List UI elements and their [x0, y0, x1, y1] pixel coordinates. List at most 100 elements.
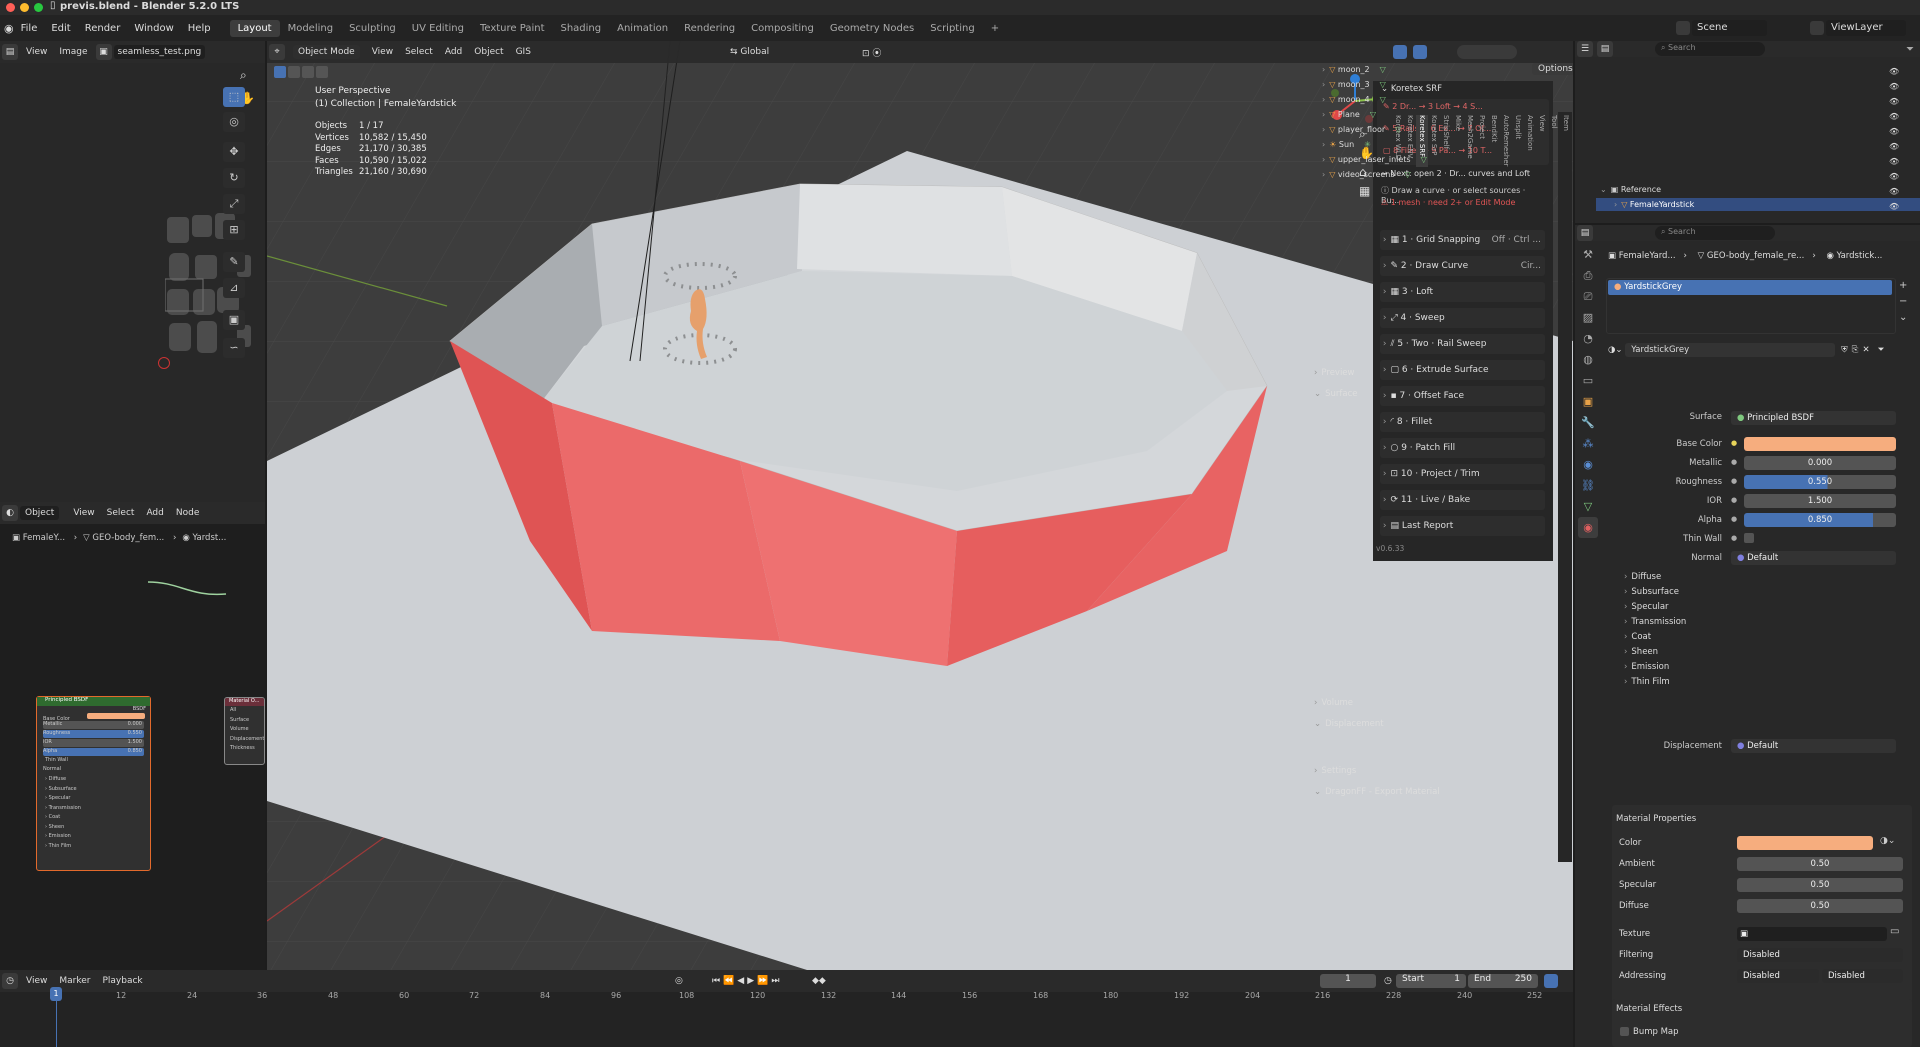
- editor-type-icon[interactable]: ▤: [2, 44, 18, 60]
- tab-autoremesher[interactable]: AutoRemesher: [1500, 115, 1512, 167]
- editor-type-icon[interactable]: ⌖: [269, 44, 285, 60]
- outliner-search[interactable]: ⌕ Search: [1655, 42, 1765, 56]
- ortho-grid-icon[interactable]: ▦: [1359, 182, 1374, 201]
- constraints-tab-icon[interactable]: ⛓: [1578, 475, 1598, 496]
- curve-tool-icon[interactable]: ∽: [223, 338, 245, 358]
- menu-playback[interactable]: Playback: [96, 974, 148, 988]
- material-output-node[interactable]: Material O... All Surface Volume Displac…: [224, 697, 265, 765]
- socket-icon[interactable]: ●: [1731, 458, 1737, 466]
- panel-displacement[interactable]: ⌄ Displacement: [1314, 719, 1384, 729]
- tab-mike[interactable]: Mike: [1452, 115, 1464, 167]
- editor-type-icon[interactable]: ☰: [1577, 41, 1593, 57]
- preview-range-icon[interactable]: ◷: [1384, 976, 1392, 986]
- playhead-frame[interactable]: 1: [50, 987, 62, 1001]
- node-subpanel[interactable]: › Thin Film: [45, 842, 150, 852]
- tab-item[interactable]: Item: [1560, 115, 1572, 167]
- duplicate-material-icon[interactable]: ⎘: [1852, 345, 1859, 355]
- collection-tab-icon[interactable]: ▭: [1578, 370, 1598, 391]
- tab-animation[interactable]: Animation: [1524, 115, 1536, 167]
- material-name-field[interactable]: YardstickGrey: [1625, 343, 1836, 357]
- node-roughness-field[interactable]: Roughness 0.550: [43, 730, 144, 738]
- subpanel-coat[interactable]: › Coat: [1624, 630, 1686, 645]
- node-metallic-field[interactable]: Metallic 0.000: [43, 721, 144, 729]
- step-last-report[interactable]: › ▤ Last Report: [1380, 516, 1545, 536]
- add-workspace-button[interactable]: +: [983, 20, 1007, 37]
- object-mode-dropdown[interactable]: Object Mode: [293, 45, 360, 59]
- tab-rendering[interactable]: Rendering: [676, 20, 743, 37]
- displacement-field[interactable]: ● Default: [1731, 739, 1896, 753]
- snap-icon[interactable]: ⊡ ⦿: [862, 46, 881, 59]
- outliner-item[interactable]: › ▽ player_floor ▽: [1322, 124, 1401, 136]
- world-tab-icon[interactable]: ◍: [1578, 349, 1598, 370]
- texture-field[interactable]: ▣: [1737, 927, 1887, 941]
- outliner-item[interactable]: › ▽ upper_laser_inlets ▽: [1322, 154, 1427, 166]
- subpanel-subsurface[interactable]: › Subsurface: [1624, 585, 1686, 600]
- step-two-rail-sweep[interactable]: › ⫽ 5 · Two · Rail Sweep: [1380, 334, 1545, 354]
- panel-volume[interactable]: › Volume: [1314, 698, 1353, 708]
- step-fillet[interactable]: › ◜ 8 · Fillet: [1380, 412, 1545, 432]
- output-tab-icon[interactable]: ⎚: [1578, 286, 1598, 307]
- outliner-item[interactable]: › ☀ Sun ✳: [1322, 139, 1371, 151]
- node-subpanel[interactable]: › Sheen: [45, 823, 150, 833]
- add-slot-button[interactable]: +: [1899, 278, 1907, 294]
- transform-orientation-dropdown[interactable]: ⇆ Global: [730, 47, 769, 57]
- outliner-selected-row[interactable]: › ▽ FemaleYardstick: [1596, 198, 1920, 211]
- addressing-v-dropdown[interactable]: Disabled: [1822, 969, 1903, 983]
- tab-scripting[interactable]: Scripting: [922, 20, 982, 37]
- select-extend-icon[interactable]: [288, 66, 300, 78]
- cursor-tool-icon[interactable]: ◎: [223, 112, 245, 132]
- shader-node-editor[interactable]: ◐ Object View Select Add Node ▣ FemaleY.…: [0, 502, 265, 970]
- minimize-window-button[interactable]: [20, 3, 29, 12]
- filtering-dropdown[interactable]: Disabled: [1737, 948, 1903, 962]
- timeline[interactable]: ◷ View Marker Playback ◎ ⏮⏪◀▶⏩⏭ ◆◆ 1 ◷ S…: [0, 970, 1573, 1047]
- transform-tool-icon[interactable]: ⊞: [223, 220, 245, 240]
- menu-file[interactable]: File: [14, 23, 45, 34]
- physics-tab-icon[interactable]: ◉: [1578, 454, 1598, 475]
- surface-shader-field[interactable]: ● Principled BSDF: [1731, 411, 1896, 425]
- current-frame-field[interactable]: 1: [1320, 974, 1376, 988]
- move-tool-icon[interactable]: ✥: [223, 142, 245, 162]
- panel-dragonff[interactable]: ⌄ DragonFF - Export Material: [1314, 787, 1440, 797]
- auto-keying-icon[interactable]: [1544, 974, 1558, 988]
- tab-shading[interactable]: Shading: [552, 20, 609, 37]
- playback-controls[interactable]: ⏮⏪◀▶⏩⏭: [712, 976, 782, 986]
- tab-animation[interactable]: Animation: [609, 20, 676, 37]
- view-layer-tab-icon[interactable]: ▨: [1578, 307, 1598, 328]
- node-subpanel[interactable]: › Transmission: [45, 804, 150, 814]
- socket-icon[interactable]: ●: [1731, 496, 1737, 504]
- step-draw-curve[interactable]: › ✎ 2 · Draw Curve Cir...: [1380, 256, 1545, 276]
- tab-sculpting[interactable]: Sculpting: [341, 20, 404, 37]
- scene-selector[interactable]: Scene: [1692, 20, 1767, 36]
- tab-uv-editing[interactable]: UV Editing: [404, 20, 472, 37]
- addressing-u-dropdown[interactable]: Disabled: [1737, 969, 1819, 983]
- tab-layout[interactable]: Layout: [229, 19, 280, 37]
- select-box-mode-icon[interactable]: [274, 66, 286, 78]
- menu-add[interactable]: Add: [439, 45, 468, 59]
- outliner-item[interactable]: › ▽ moon_4 ▽: [1322, 94, 1386, 106]
- close-window-button[interactable]: [6, 3, 15, 12]
- shading-mode-buttons[interactable]: [1457, 45, 1517, 59]
- base-color-swatch[interactable]: [1744, 437, 1896, 451]
- node-subpanel[interactable]: › Coat: [45, 813, 150, 823]
- color-picker-icon[interactable]: ◑⌄: [1880, 836, 1895, 846]
- node-link-icon[interactable]: ⏷: [1878, 345, 1885, 355]
- keyframe-nav-icon[interactable]: ◆◆: [812, 976, 826, 986]
- socket-icon[interactable]: ●: [1731, 534, 1737, 542]
- subpanel-diffuse[interactable]: › Diffuse: [1624, 570, 1686, 585]
- menu-image[interactable]: Image: [53, 45, 93, 59]
- menu-object[interactable]: Object: [468, 45, 509, 59]
- node-base-color-swatch[interactable]: [87, 713, 145, 719]
- menu-help[interactable]: Help: [181, 23, 218, 34]
- outliner-item[interactable]: › ▽ video_screens ▽: [1322, 169, 1411, 181]
- tab-koretex-srp[interactable]: Koretex SrP: [1428, 115, 1440, 167]
- step-extrude-surface[interactable]: › ▢ 6 · Extrude Surface: [1380, 360, 1545, 380]
- diffuse-field[interactable]: 0.50: [1737, 899, 1903, 913]
- tab-unsplit[interactable]: Unsplit: [1512, 115, 1524, 167]
- subpanel-specular[interactable]: › Specular: [1624, 600, 1686, 615]
- menu-view[interactable]: View: [366, 45, 399, 59]
- blender-logo-icon[interactable]: ◉: [4, 22, 14, 35]
- fake-user-icon[interactable]: ⛨: [1841, 345, 1847, 355]
- normal-field[interactable]: ● Default: [1731, 551, 1896, 565]
- step-patch-fill[interactable]: › ○ 9 · Patch Fill: [1380, 438, 1545, 458]
- start-frame-field[interactable]: Start 1: [1396, 974, 1466, 988]
